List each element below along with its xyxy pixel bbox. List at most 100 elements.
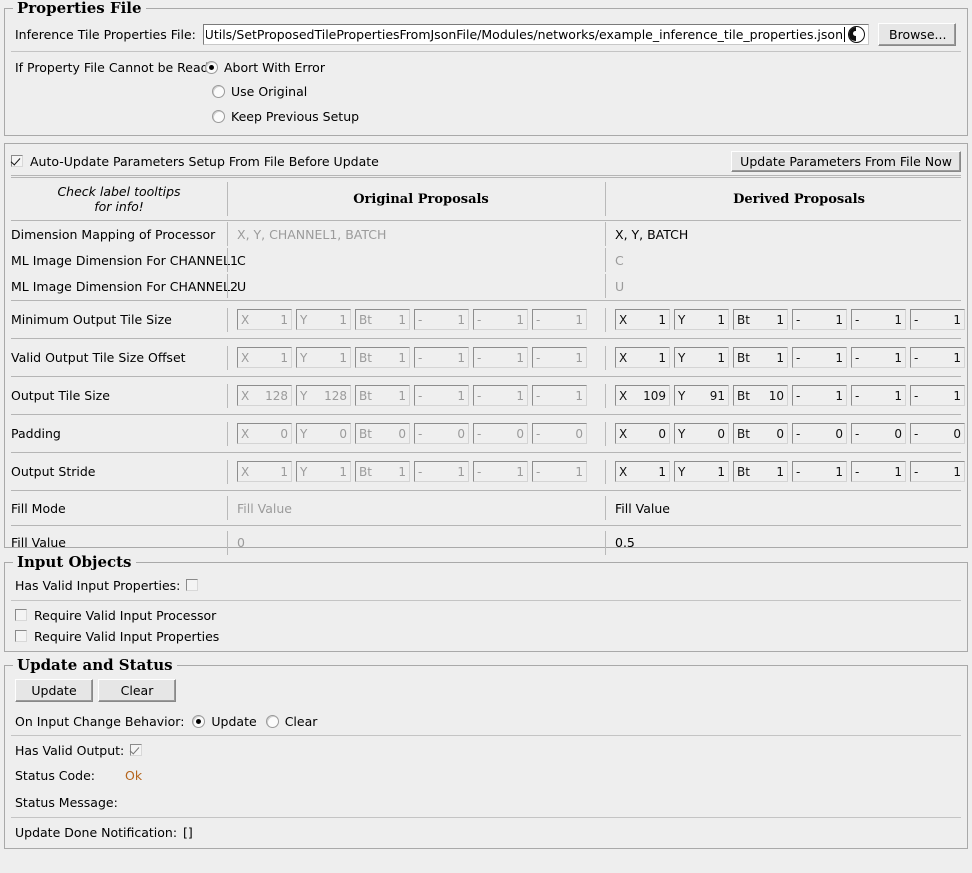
radio-use-original-icon[interactable]: [212, 85, 225, 98]
numeric-field-dash-3[interactable]: -1: [792, 309, 847, 330]
numeric-field-y-1[interactable]: Y1: [674, 309, 729, 330]
table-row: Minimum Output Tile SizeX1Y1Bt1-1-1-1X1Y…: [11, 301, 972, 338]
row-original-cell: C: [227, 247, 605, 273]
update-params-from-file-button[interactable]: Update Parameters From File Now: [731, 151, 961, 172]
radio-option-keep-previous[interactable]: Keep Previous Setup: [11, 104, 961, 129]
derived-field-list: X0Y0Bt0-0-0-0: [615, 423, 965, 444]
parameters-text-rows: Dimension Mapping of Processor X, Y, CHA…: [11, 221, 972, 299]
numeric-field-dash-4[interactable]: -1: [851, 461, 906, 482]
browse-button[interactable]: Browse...: [878, 23, 956, 46]
numeric-field-value: 1: [249, 465, 288, 479]
action-buttons-row: Update Clear: [11, 677, 961, 703]
row-derived-cell: 0.5: [605, 526, 972, 559]
numeric-field-y-1[interactable]: Y91: [674, 385, 729, 406]
header-hint-line2: for info!: [11, 199, 227, 214]
numeric-field-bt-2[interactable]: Bt1: [733, 309, 788, 330]
numeric-field-value: 0: [540, 427, 583, 441]
numeric-field-x-0[interactable]: X1: [615, 461, 670, 482]
numeric-field-dash-3[interactable]: -1: [792, 347, 847, 368]
numeric-field-value: 1: [372, 465, 406, 479]
numeric-field-value: 1: [422, 389, 465, 403]
numeric-field-y-1[interactable]: Y0: [674, 423, 729, 444]
numeric-field-dash-4[interactable]: -1: [851, 385, 906, 406]
row-label: Output Tile Size: [11, 377, 227, 414]
numeric-field-value: 128: [307, 389, 347, 403]
inference-file-row: Inference Tile Properties File: ilePrope…: [11, 21, 961, 47]
auto-update-checkbox[interactable]: [11, 155, 23, 167]
numeric-field-x-0[interactable]: X109: [615, 385, 670, 406]
column-divider: [605, 308, 606, 332]
numeric-field-value: 1: [800, 389, 843, 403]
numeric-field-value: 1: [540, 313, 583, 327]
radio-use-original-label: Use Original: [231, 84, 307, 99]
numeric-field-dash-4[interactable]: -1: [851, 347, 906, 368]
numeric-field-bt-2[interactable]: Bt1: [733, 461, 788, 482]
numeric-field-dash-4: -1: [473, 347, 528, 368]
row-original-cell: X1Y1Bt1-1-1-1: [227, 339, 605, 376]
numeric-field-bt-2[interactable]: Bt10: [733, 385, 788, 406]
require-valid-properties-row[interactable]: Require Valid Input Properties: [11, 626, 961, 646]
numeric-field-dash-5[interactable]: -0: [910, 423, 965, 444]
column-divider: [605, 460, 606, 484]
input-objects-group: Input Objects Has Valid Input Properties…: [4, 562, 968, 652]
numeric-field-prefix: Bt: [359, 465, 372, 479]
has-valid-input-props-checkbox[interactable]: [186, 579, 198, 591]
clear-button[interactable]: Clear: [98, 679, 176, 702]
radio-keep-previous-icon[interactable]: [212, 110, 225, 123]
numeric-field-value: 1: [481, 351, 524, 365]
numeric-field-dash-5[interactable]: -1: [910, 461, 965, 482]
behavior-label: On Input Change Behavior:: [11, 714, 184, 729]
numeric-field-prefix: Bt: [359, 313, 372, 327]
numeric-field-x-0: X0: [237, 423, 292, 444]
numeric-field-x-0[interactable]: X1: [615, 347, 670, 368]
numeric-field-prefix: X: [241, 313, 249, 327]
require-valid-properties-checkbox[interactable]: [15, 630, 27, 642]
numeric-field-dash-3[interactable]: -1: [792, 385, 847, 406]
numeric-field-dash-5[interactable]: -1: [910, 347, 965, 368]
has-valid-output-row: Has Valid Output:: [11, 738, 961, 762]
input-objects-title: Input Objects: [13, 554, 136, 570]
numeric-field-dash-4[interactable]: -1: [851, 309, 906, 330]
numeric-field-bt-2[interactable]: Bt1: [733, 347, 788, 368]
numeric-field-dash-5[interactable]: -1: [910, 385, 965, 406]
cannot-read-label: If Property File Cannot be Read:: [11, 60, 205, 75]
radio-behavior-update-label: Update: [211, 714, 256, 729]
numeric-field-dash-3[interactable]: -0: [792, 423, 847, 444]
numeric-field-x-0[interactable]: X1: [615, 309, 670, 330]
numeric-field-dash-5[interactable]: -1: [910, 309, 965, 330]
table-row: ML Image Dimension For CHANNEL2 U U: [11, 273, 972, 299]
numeric-field-bt-2[interactable]: Bt0: [733, 423, 788, 444]
table-header-row: Check label tooltips for info! Original …: [11, 178, 972, 220]
update-button[interactable]: Update: [15, 679, 93, 702]
numeric-field-dash-5: -1: [532, 347, 587, 368]
inference-file-input[interactable]: ilePropertyUtils/SetProposedTileProperti…: [203, 24, 869, 45]
radio-behavior-update-icon[interactable]: [192, 715, 205, 728]
numeric-field-dash-4[interactable]: -0: [851, 423, 906, 444]
numeric-field-value: 1: [249, 313, 288, 327]
radio-behavior-clear-icon[interactable]: [266, 715, 279, 728]
numeric-field-bt-2: Bt1: [355, 461, 410, 482]
numeric-field-value: 1: [859, 351, 902, 365]
numeric-field-dash-5: -0: [532, 423, 587, 444]
numeric-field-value: 1: [540, 389, 583, 403]
numeric-field-dash-4: -1: [473, 309, 528, 330]
radio-keep-previous-label: Keep Previous Setup: [231, 109, 359, 124]
radio-abort-icon[interactable]: [205, 61, 218, 74]
numeric-field-y-1[interactable]: Y1: [674, 461, 729, 482]
numeric-field-value: 1: [918, 389, 961, 403]
row-derived-value: C: [615, 253, 624, 268]
numeric-field-y-1[interactable]: Y1: [674, 347, 729, 368]
numeric-field-x-0[interactable]: X0: [615, 423, 670, 444]
require-valid-processor-row[interactable]: Require Valid Input Processor: [11, 604, 961, 626]
parameters-field-row: Valid Output Tile Size OffsetX1Y1Bt1-1-1…: [11, 339, 972, 376]
numeric-field-dash-3: -0: [414, 423, 469, 444]
numeric-field-prefix: X: [619, 351, 627, 365]
radio-option-use-original[interactable]: Use Original: [11, 79, 961, 104]
numeric-field-value: 1: [685, 313, 725, 327]
numeric-field-value: 0: [422, 427, 465, 441]
radio-option-abort[interactable]: Abort With Error: [205, 60, 325, 75]
parameters-tail-rows-2: Fill Value 0 0.5: [11, 526, 972, 559]
table-row: Dimension Mapping of Processor X, Y, CHA…: [11, 221, 972, 247]
require-valid-processor-checkbox[interactable]: [15, 609, 27, 621]
numeric-field-dash-3[interactable]: -1: [792, 461, 847, 482]
